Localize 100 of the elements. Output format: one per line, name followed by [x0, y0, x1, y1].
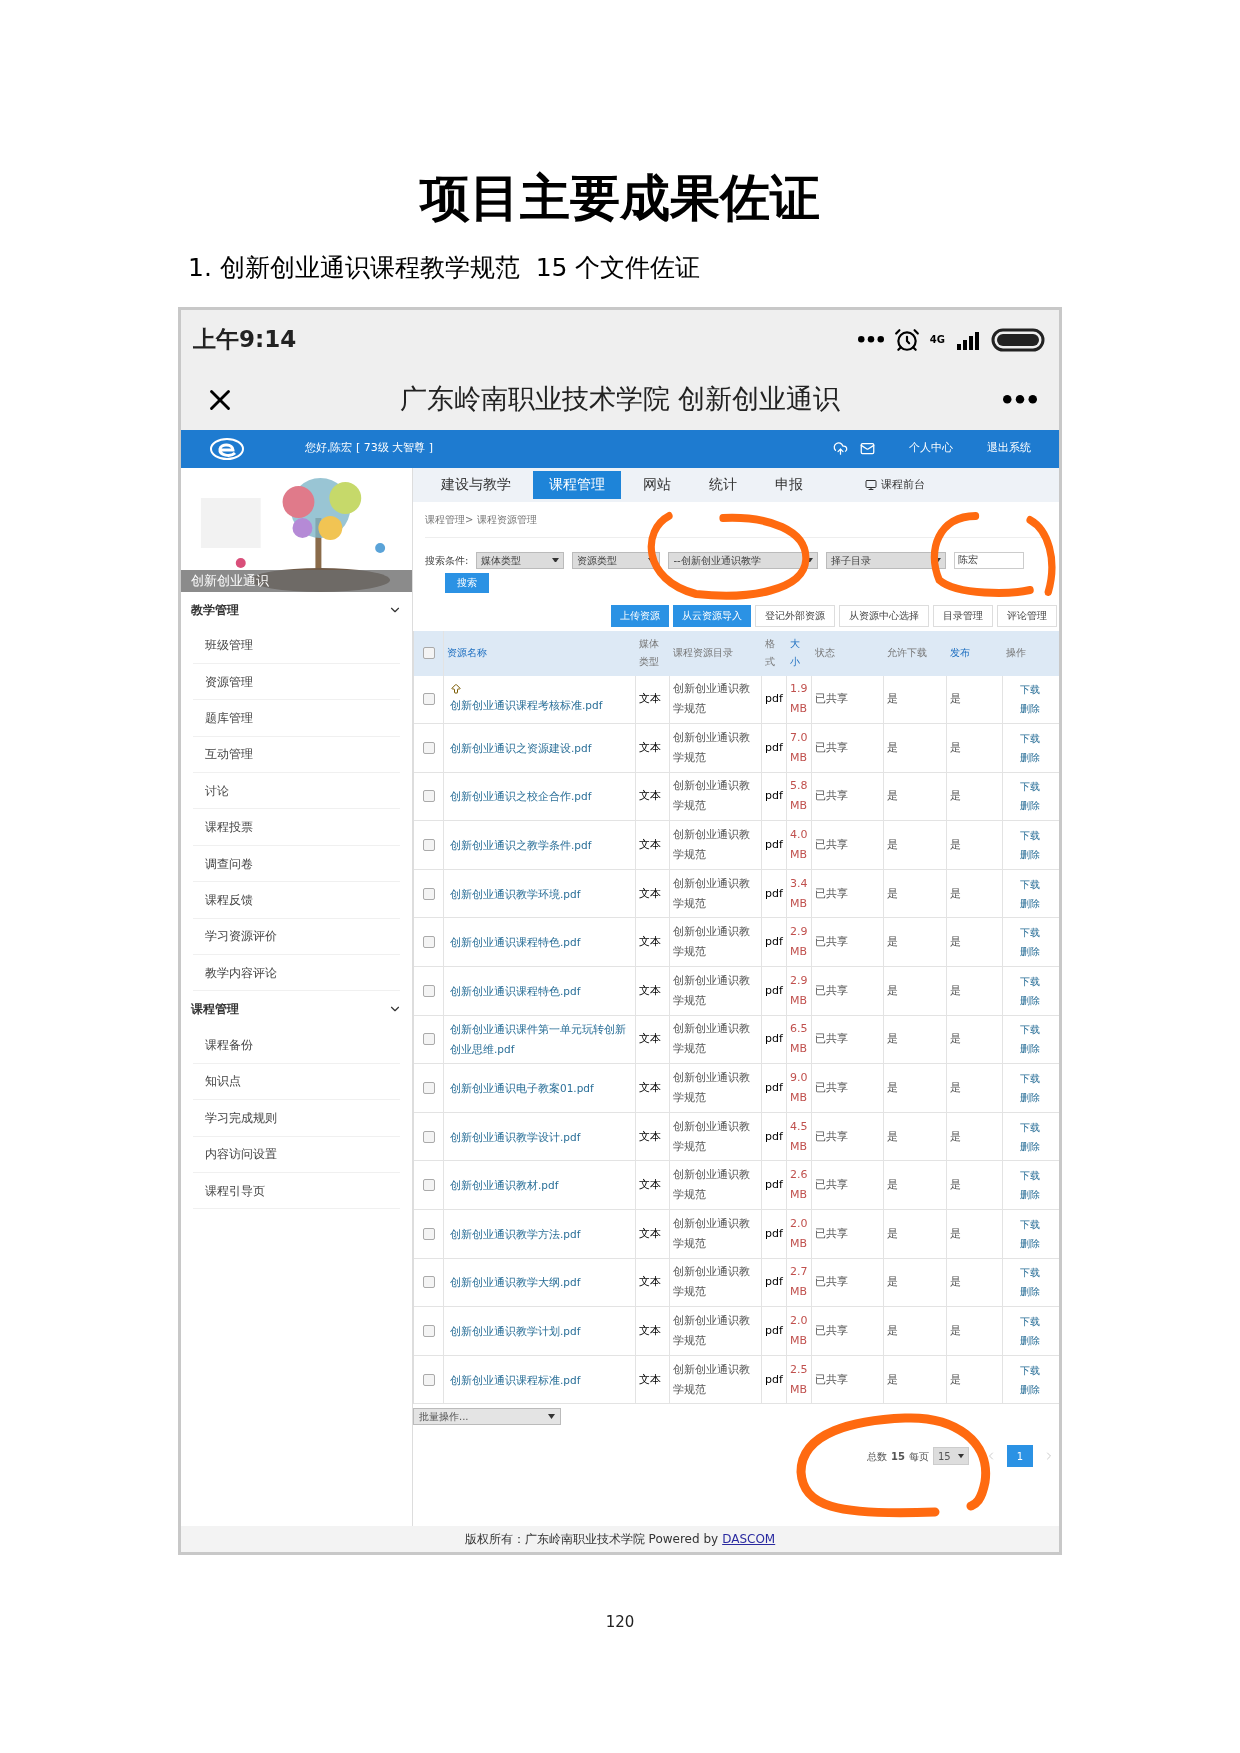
row-action-link[interactable]: 删除: [1020, 1039, 1040, 1059]
sidebar-item[interactable]: 题库管理: [193, 700, 400, 737]
nav-tab[interactable]: 课程管理: [533, 470, 621, 499]
sidebar-item[interactable]: 课程反馈: [193, 882, 400, 919]
upload-icon[interactable]: [833, 441, 848, 456]
mail-icon[interactable]: [860, 441, 875, 456]
resource-link[interactable]: 创新创业通识课程考核标准.pdf: [450, 695, 603, 716]
row-action-link[interactable]: 删除: [1020, 1233, 1040, 1253]
sidebar-item[interactable]: 内容访问设置: [193, 1136, 400, 1173]
sidebar-item[interactable]: 调查问卷: [193, 845, 400, 883]
row-action-link[interactable]: 下载: [1020, 923, 1040, 943]
more-icon[interactable]: [1003, 395, 1037, 404]
sidebar-item[interactable]: 讨论: [193, 773, 400, 810]
row-action-link[interactable]: 下载: [1020, 728, 1040, 748]
search-button[interactable]: 搜索: [445, 572, 489, 593]
page-size-select[interactable]: 15: [933, 1447, 969, 1466]
resource-link[interactable]: 创新创业通识课程特色.pdf: [450, 980, 581, 1001]
row-action-link[interactable]: 删除: [1020, 1331, 1040, 1350]
nav-tab[interactable]: 统计: [693, 470, 753, 499]
action-button[interactable]: 评论管理: [997, 604, 1057, 627]
sidebar-item[interactable]: 教学内容评论: [193, 955, 400, 992]
row-checkbox[interactable]: [422, 790, 435, 803]
resource-link[interactable]: 创新创业通识之资源建设.pdf: [450, 737, 592, 758]
resource-link[interactable]: 创新创业通识教学方法.pdf: [450, 1223, 581, 1244]
sidebar-item[interactable]: 学习完成规则: [193, 1100, 400, 1137]
nav-tab[interactable]: 申报: [759, 470, 819, 499]
sidebar-section[interactable]: 教学管理: [181, 591, 412, 628]
resource-link[interactable]: 创新创业通识教学环境.pdf: [450, 883, 581, 904]
action-button[interactable]: 上传资源: [611, 604, 669, 627]
resource-link[interactable]: 创新创业通识电子教案01.pdf: [450, 1078, 594, 1099]
row-action-link[interactable]: 下载: [1020, 826, 1040, 846]
row-checkbox[interactable]: [422, 936, 435, 949]
row-action-link[interactable]: 删除: [1020, 796, 1040, 816]
row-action-link[interactable]: 下载: [1020, 1117, 1040, 1137]
filter-select[interactable]: 资源类型: [572, 551, 661, 569]
row-checkbox[interactable]: [422, 1130, 435, 1143]
row-action-link[interactable]: 下载: [1020, 971, 1040, 991]
bulk-select[interactable]: 批量操作...: [413, 1408, 561, 1426]
column-header[interactable]: 发布: [947, 630, 1003, 676]
sidebar-item[interactable]: 课程投票: [193, 809, 400, 846]
row-checkbox[interactable]: [422, 1033, 435, 1046]
row-action-link[interactable]: 删除: [1020, 990, 1040, 1010]
row-checkbox[interactable]: [422, 887, 435, 900]
row-action-link[interactable]: 删除: [1020, 942, 1040, 962]
row-action-link[interactable]: 下载: [1020, 1166, 1040, 1186]
row-action-link[interactable]: 删除: [1020, 893, 1040, 913]
row-checkbox[interactable]: [422, 1325, 435, 1337]
nav-tab[interactable]: 网站: [627, 470, 687, 499]
row-action-link[interactable]: 删除: [1020, 747, 1040, 767]
sidebar-item[interactable]: 资源管理: [193, 663, 400, 701]
row-action-link[interactable]: 下载: [1020, 1069, 1040, 1089]
footer-link[interactable]: DASCOM: [722, 1529, 776, 1548]
column-header[interactable]: 大小: [787, 630, 812, 676]
row-checkbox[interactable]: [422, 1082, 435, 1095]
row-action-link[interactable]: 删除: [1020, 699, 1040, 719]
course-front-link[interactable]: 课程前台: [865, 477, 925, 494]
row-action-link[interactable]: 删除: [1020, 1185, 1040, 1205]
action-button[interactable]: 从资源中心选择: [839, 604, 929, 627]
sidebar-item[interactable]: 知识点: [193, 1063, 400, 1101]
sidebar-item[interactable]: 互动管理: [193, 736, 400, 774]
row-action-link[interactable]: 下载: [1020, 1020, 1040, 1040]
sidebar-item[interactable]: 学习资源评价: [193, 918, 400, 955]
select-all-checkbox[interactable]: [422, 647, 435, 659]
column-header[interactable]: 资源名称: [444, 630, 636, 676]
row-action-link[interactable]: 下载: [1020, 777, 1040, 797]
row-action-link[interactable]: 删除: [1020, 1282, 1040, 1302]
resource-link[interactable]: 创新创业通识教学大纲.pdf: [450, 1272, 581, 1293]
row-action-link[interactable]: 下载: [1020, 1360, 1040, 1380]
row-action-link[interactable]: 下载: [1020, 1214, 1040, 1234]
row-action-link[interactable]: 删除: [1020, 1088, 1040, 1108]
sidebar-item[interactable]: 班级管理: [193, 627, 400, 664]
keyword-field[interactable]: 陈宏: [954, 551, 1025, 569]
sidebar-item[interactable]: 课程引导页: [193, 1172, 400, 1210]
header-link[interactable]: 个人中心: [909, 440, 953, 457]
resource-link[interactable]: 创新创业通识教学设计.pdf: [450, 1126, 581, 1147]
resource-link[interactable]: 创新创业通识课程特色.pdf: [450, 932, 581, 953]
row-action-link[interactable]: 删除: [1020, 1379, 1040, 1399]
nav-tab[interactable]: 建设与教学: [425, 470, 527, 499]
filter-select[interactable]: --创新创业通识教学: [668, 551, 819, 569]
row-action-link[interactable]: 下载: [1020, 680, 1040, 700]
filter-select[interactable]: 择子目录: [826, 551, 947, 569]
row-checkbox[interactable]: [422, 741, 435, 754]
action-button[interactable]: 目录管理: [933, 604, 993, 627]
row-action-link[interactable]: 删除: [1020, 1136, 1040, 1156]
row-checkbox[interactable]: [422, 1227, 435, 1240]
resource-link[interactable]: 创新创业通识教材.pdf: [450, 1175, 559, 1196]
resource-link[interactable]: 创新创业通识之教学条件.pdf: [450, 835, 592, 856]
row-action-link[interactable]: 下载: [1020, 1312, 1040, 1331]
resource-link[interactable]: 创新创业通识课件第一单元玩转创新创业思维.pdf: [450, 1019, 629, 1060]
row-checkbox[interactable]: [422, 839, 435, 852]
action-button[interactable]: 登记外部资源: [755, 604, 835, 627]
sidebar-section[interactable]: 课程管理: [181, 991, 412, 1028]
row-checkbox[interactable]: [422, 984, 435, 997]
row-checkbox[interactable]: [422, 1373, 435, 1386]
row-checkbox[interactable]: [422, 693, 435, 706]
action-button[interactable]: 从云资源导入: [673, 604, 751, 627]
row-action-link[interactable]: 删除: [1020, 845, 1040, 865]
resource-link[interactable]: 创新创业通识课程标准.pdf: [450, 1369, 581, 1390]
sidebar-item[interactable]: 课程备份: [193, 1027, 400, 1064]
page-button[interactable]: 1: [1007, 1445, 1033, 1468]
